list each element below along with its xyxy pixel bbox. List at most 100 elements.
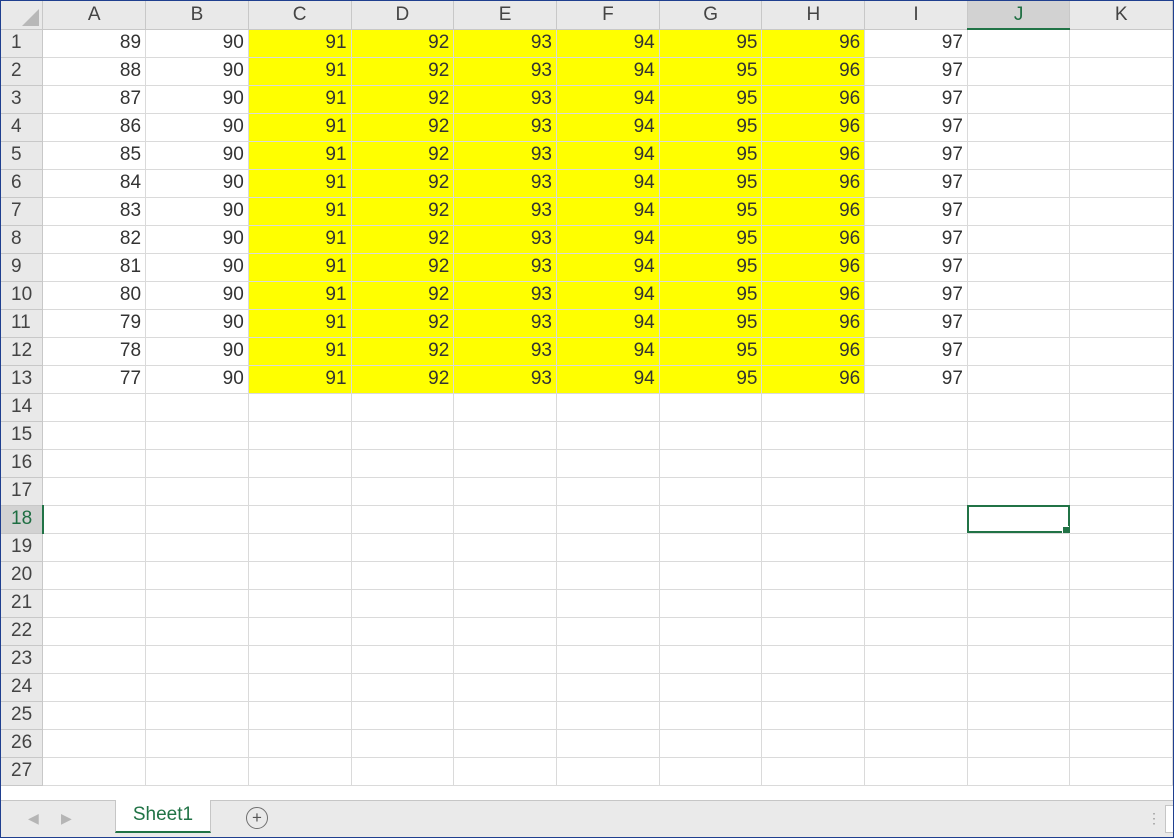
cell-H2[interactable]: 96 bbox=[761, 57, 866, 86]
cell-F24[interactable] bbox=[556, 673, 660, 702]
cell-H16[interactable] bbox=[761, 449, 866, 478]
cell-A13[interactable]: 77 bbox=[42, 365, 147, 394]
cell-I11[interactable]: 97 bbox=[864, 309, 968, 338]
cell-A18[interactable] bbox=[42, 505, 147, 534]
cell-G7[interactable]: 95 bbox=[659, 197, 763, 226]
cell-E13[interactable]: 93 bbox=[453, 365, 557, 394]
cell-E24[interactable] bbox=[453, 673, 557, 702]
cell-F15[interactable] bbox=[556, 421, 660, 450]
cell-F9[interactable]: 94 bbox=[556, 253, 660, 282]
cell-A6[interactable]: 84 bbox=[42, 169, 147, 198]
cell-A24[interactable] bbox=[42, 673, 147, 702]
cell-H10[interactable]: 96 bbox=[761, 281, 866, 310]
cell-H22[interactable] bbox=[761, 617, 866, 646]
cell-C23[interactable] bbox=[248, 645, 352, 674]
cell-B5[interactable]: 90 bbox=[145, 141, 249, 170]
cell-F11[interactable]: 94 bbox=[556, 309, 660, 338]
cell-E17[interactable] bbox=[453, 477, 557, 506]
cell-I24[interactable] bbox=[864, 673, 968, 702]
cell-C5[interactable]: 91 bbox=[248, 141, 352, 170]
cell-B19[interactable] bbox=[145, 533, 249, 562]
cell-B20[interactable] bbox=[145, 561, 249, 590]
cell-G10[interactable]: 95 bbox=[659, 281, 763, 310]
cell-I13[interactable]: 97 bbox=[864, 365, 968, 394]
cell-G21[interactable] bbox=[659, 589, 763, 618]
cell-B15[interactable] bbox=[145, 421, 249, 450]
cell-A14[interactable] bbox=[42, 393, 147, 422]
cell-C11[interactable]: 91 bbox=[248, 309, 352, 338]
column-header-G[interactable]: G bbox=[659, 1, 763, 30]
cell-A17[interactable] bbox=[42, 477, 147, 506]
cell-E2[interactable]: 93 bbox=[453, 57, 557, 86]
cell-J10[interactable] bbox=[967, 281, 1071, 310]
column-header-F[interactable]: F bbox=[556, 1, 660, 30]
row-header-24[interactable]: 24 bbox=[1, 673, 44, 702]
cell-H4[interactable]: 96 bbox=[761, 113, 866, 142]
cell-K12[interactable] bbox=[1069, 337, 1173, 366]
cell-C20[interactable] bbox=[248, 561, 352, 590]
cell-B16[interactable] bbox=[145, 449, 249, 478]
cell-I6[interactable]: 97 bbox=[864, 169, 968, 198]
cell-J19[interactable] bbox=[967, 533, 1071, 562]
horizontal-scrollbar[interactable] bbox=[1165, 805, 1173, 833]
cell-I25[interactable] bbox=[864, 701, 968, 730]
cell-D1[interactable]: 92 bbox=[351, 29, 455, 58]
cell-I17[interactable] bbox=[864, 477, 968, 506]
cell-I15[interactable] bbox=[864, 421, 968, 450]
cell-I21[interactable] bbox=[864, 589, 968, 618]
cell-B13[interactable]: 90 bbox=[145, 365, 249, 394]
row-header-26[interactable]: 26 bbox=[1, 729, 44, 758]
cell-C14[interactable] bbox=[248, 393, 352, 422]
cell-A19[interactable] bbox=[42, 533, 147, 562]
cell-F22[interactable] bbox=[556, 617, 660, 646]
row-header-23[interactable]: 23 bbox=[1, 645, 44, 674]
column-header-I[interactable]: I bbox=[864, 1, 968, 30]
cell-E25[interactable] bbox=[453, 701, 557, 730]
cell-J4[interactable] bbox=[967, 113, 1071, 142]
cell-E12[interactable]: 93 bbox=[453, 337, 557, 366]
cell-F23[interactable] bbox=[556, 645, 660, 674]
cell-D25[interactable] bbox=[351, 701, 455, 730]
cell-B11[interactable]: 90 bbox=[145, 309, 249, 338]
cell-G8[interactable]: 95 bbox=[659, 225, 763, 254]
cell-K16[interactable] bbox=[1069, 449, 1173, 478]
cell-D7[interactable]: 92 bbox=[351, 197, 455, 226]
cell-G27[interactable] bbox=[659, 757, 763, 786]
cell-B18[interactable] bbox=[145, 505, 249, 534]
cell-E6[interactable]: 93 bbox=[453, 169, 557, 198]
cell-C6[interactable]: 91 bbox=[248, 169, 352, 198]
cell-J22[interactable] bbox=[967, 617, 1071, 646]
cell-G16[interactable] bbox=[659, 449, 763, 478]
cell-H20[interactable] bbox=[761, 561, 866, 590]
cell-A9[interactable]: 81 bbox=[42, 253, 147, 282]
cell-J1[interactable] bbox=[967, 29, 1071, 58]
cell-B7[interactable]: 90 bbox=[145, 197, 249, 226]
cell-C16[interactable] bbox=[248, 449, 352, 478]
add-sheet-icon[interactable]: + bbox=[246, 807, 268, 829]
cell-C13[interactable]: 91 bbox=[248, 365, 352, 394]
cell-E21[interactable] bbox=[453, 589, 557, 618]
cell-C24[interactable] bbox=[248, 673, 352, 702]
cell-E10[interactable]: 93 bbox=[453, 281, 557, 310]
cell-E16[interactable] bbox=[453, 449, 557, 478]
cell-B26[interactable] bbox=[145, 729, 249, 758]
row-header-9[interactable]: 9 bbox=[1, 253, 44, 282]
cell-K10[interactable] bbox=[1069, 281, 1173, 310]
cell-B10[interactable]: 90 bbox=[145, 281, 249, 310]
cell-J16[interactable] bbox=[967, 449, 1071, 478]
cell-H7[interactable]: 96 bbox=[761, 197, 866, 226]
cell-I1[interactable]: 97 bbox=[864, 29, 968, 58]
cell-F26[interactable] bbox=[556, 729, 660, 758]
cell-I23[interactable] bbox=[864, 645, 968, 674]
cell-B21[interactable] bbox=[145, 589, 249, 618]
cell-A7[interactable]: 83 bbox=[42, 197, 147, 226]
cell-C12[interactable]: 91 bbox=[248, 337, 352, 366]
cell-E3[interactable]: 93 bbox=[453, 85, 557, 114]
cell-H25[interactable] bbox=[761, 701, 866, 730]
cell-E9[interactable]: 93 bbox=[453, 253, 557, 282]
cell-G5[interactable]: 95 bbox=[659, 141, 763, 170]
cell-E8[interactable]: 93 bbox=[453, 225, 557, 254]
cell-D12[interactable]: 92 bbox=[351, 337, 455, 366]
cell-G20[interactable] bbox=[659, 561, 763, 590]
column-header-H[interactable]: H bbox=[761, 1, 866, 30]
